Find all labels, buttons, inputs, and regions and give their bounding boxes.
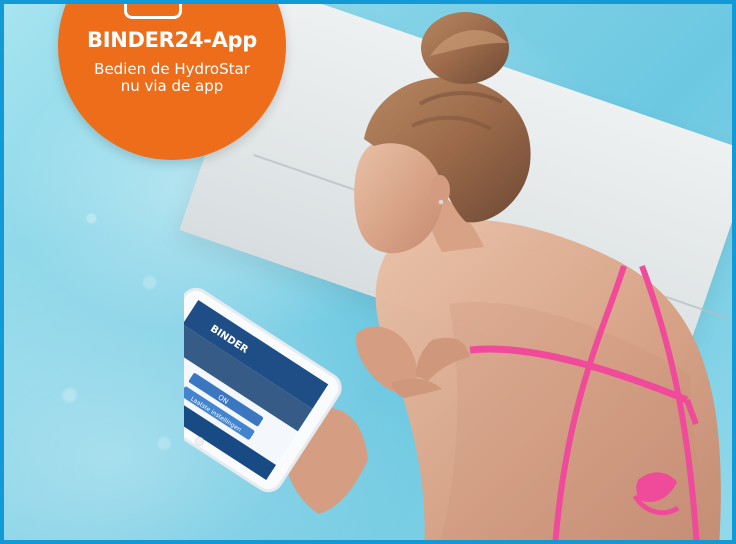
badge-subtitle-line-1: Bedien de HydroStar — [94, 60, 250, 78]
tablet-icon — [124, 4, 182, 19]
photo-frame: BINDER ON Laatste instellingen BINDER24-… — [0, 0, 736, 544]
badge-subtitle-line-2: nu via de app — [120, 76, 224, 95]
badge-title: BINDER24-App — [87, 28, 257, 52]
badge-subtitle: Bedien de HydroStar nu via de app — [66, 61, 278, 95]
